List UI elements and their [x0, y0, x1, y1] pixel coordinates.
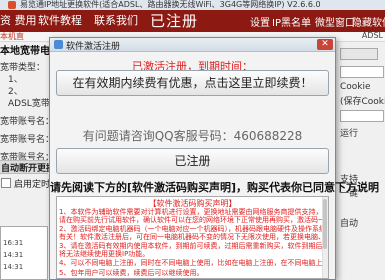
notice-item: 3、请在激活码有效期内使用本软件，到期前可续费，过期后需重新购买，软件到期后将无…	[59, 242, 323, 258]
menu-hide-software[interactable]: 隐藏软件	[352, 14, 385, 29]
scrollbar-thumb[interactable]	[323, 199, 327, 249]
menu-settings[interactable]: 设置	[250, 14, 270, 29]
menu-contact[interactable]: 联系我们	[94, 12, 138, 28]
dialog-title-bar: 软件激活注册 ✕	[50, 38, 335, 52]
notice-item: 4、可以不同电脑上注册，同时在不同电脑上使用，比如在电脑上注册，在不同电脑上注册…	[59, 259, 323, 267]
menu-fees[interactable]: 资 费用	[0, 12, 37, 28]
dialog-title: 软件激活注册	[66, 42, 121, 52]
support-qq-line: 有问题请咨询QQ客服号码：460688228	[82, 129, 303, 143]
right-auto-label: 自动	[340, 219, 359, 229]
sub-bar-right: ADSL	[361, 31, 383, 40]
left-panel: 本地宽带电脑拨号 宽带类型： 1、 2、 ADSL宽带 宽带账号名： 宽带账号名…	[0, 42, 80, 170]
right-input-1[interactable]	[340, 66, 384, 78]
timed-ip-checkbox[interactable]: 启用定时换IP	[0, 176, 67, 192]
notice-scrollbar[interactable]	[322, 197, 328, 278]
close-icon[interactable]: ✕	[317, 39, 333, 50]
right-panel: Cookie (保存Cookie) 运行 支持 一键 自动	[336, 42, 385, 280]
menu-mini-window[interactable]: 微型窗口	[315, 14, 355, 29]
right-run-label: 运行	[340, 129, 359, 139]
registered-button[interactable]: 已注册	[56, 148, 329, 174]
field-label-account-1: 宽带账号名：	[0, 117, 55, 127]
notice-item: 1、本软件为辅助软件需要对计算机进行设置，更换地址需要由网络服务商提供支持，请在…	[59, 208, 325, 224]
log-line: 14:31	[3, 251, 24, 259]
notice-box[interactable]: 【软件激活码购买声明】 1、本软件为辅助软件需要对计算机进行设置，更换地址需要由…	[56, 196, 329, 279]
title-bar: 易览通IP地址更换软件(适合ADSL、路由器换无线WiFi、3G4G等网络换IP…	[0, 0, 385, 10]
menu-bar: 资 费用 软件教程 联系我们 已注册 设置 IP黑名单 微型窗口 隐藏软件	[0, 10, 385, 32]
log-line: 16:31	[3, 239, 24, 247]
right-cookie-label: Cookie	[340, 82, 371, 92]
checkbox-box[interactable]	[1, 178, 11, 188]
right-save-cookie[interactable]: (保存Cookie)	[340, 94, 385, 107]
window-title: 易览通IP地址更换软件(适合ADSL、路由器换无线WiFi、3G4G等网络换IP…	[20, 0, 321, 9]
option-adsl[interactable]: ADSL宽带	[8, 96, 50, 109]
right-dropdown[interactable]	[340, 48, 378, 60]
notice-item: 2、激活码绑定电脑机器码（一个电脑对应一个机器码），机器码跟电脑硬件及操作系统有…	[59, 225, 326, 241]
dialog-app-icon	[54, 40, 63, 49]
menu-ip-blacklist[interactable]: IP黑名单	[272, 14, 311, 29]
app-icon	[8, 1, 16, 9]
log-box[interactable]: 16:31 14:31 14:31	[0, 226, 48, 280]
menu-tutorial[interactable]: 软件教程	[38, 12, 82, 28]
log-line: 14:31	[3, 263, 24, 271]
notice-heading: 请先阅读下方的[软件激活码购买声明]，购买代表你已同意下方说明	[50, 181, 380, 194]
activation-dialog: 软件激活注册 ✕ 已激活注册，到期时间： 在有效期内续费有优惠，点击这里立即续费…	[49, 37, 380, 280]
right-input-2[interactable]	[340, 110, 384, 122]
notice-item: 5、包年用户可以续费，续费后可以继续使用。	[59, 269, 204, 277]
sub-bar-left: 本机直	[0, 32, 24, 41]
renew-button[interactable]: 在有效期内续费有优惠，点击这里立即续费！	[56, 70, 329, 96]
menu-registered[interactable]: 已注册	[150, 10, 198, 31]
field-label-account-2: 宽带账号名：	[0, 135, 55, 145]
auto-change-header: 自动断开更换IP地址	[0, 160, 83, 174]
